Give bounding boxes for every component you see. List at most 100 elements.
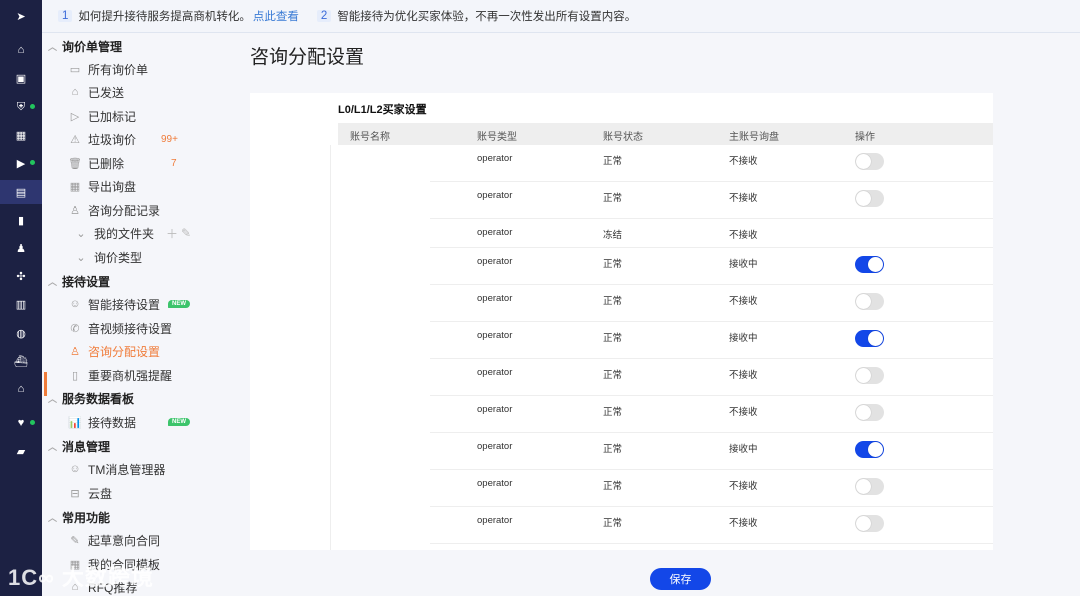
table-row: operator 正常 接收中 <box>430 248 993 285</box>
menu-item-cloud[interactable]: ⊟ 云盘 <box>68 484 112 502</box>
item-label: 所有询价单 <box>88 62 149 77</box>
column-header: 主账号询盘 <box>729 132 779 143</box>
menu-group-data[interactable]: ︿ 服务数据看板 <box>48 390 134 407</box>
store-icon[interactable]: ▣ <box>0 66 42 90</box>
cell-type: operator <box>477 293 513 304</box>
menu-item-type[interactable]: ⌄ 询价类型 <box>74 248 142 266</box>
clipboard-icon[interactable]: ▥ <box>0 292 42 316</box>
receive-toggle[interactable] <box>855 367 884 384</box>
group-label: 接待设置 <box>62 275 111 289</box>
cell-inquiry: 不接收 <box>729 370 758 381</box>
menu-group-message[interactable]: ︿ 消息管理 <box>48 438 110 455</box>
receive-toggle[interactable] <box>855 330 884 347</box>
cell-status: 正常 <box>603 518 623 529</box>
cell-status: 正常 <box>603 296 623 307</box>
flag-icon: ▷ <box>70 110 80 123</box>
menu-item-sent[interactable]: ⌂ 已发送 <box>68 83 124 101</box>
users-icon[interactable]: ♟ <box>0 236 42 260</box>
menu-item-tm[interactable]: ☺ TM消息管理器 <box>68 460 165 478</box>
send-icon[interactable]: ➤ <box>0 4 42 28</box>
menu-item-deleted[interactable]: 🗑 已删除 7 <box>68 154 228 172</box>
receive-toggle[interactable] <box>855 404 884 421</box>
item-label: 音视频接待设置 <box>88 321 173 336</box>
menu-group-inquiry[interactable]: ︿ 询价单管理 <box>48 38 122 55</box>
cell-status: 正常 <box>603 370 623 381</box>
heart-icon[interactable]: ♥ <box>0 411 42 435</box>
receive-toggle[interactable] <box>855 256 884 273</box>
mobile-icon: ▯ <box>71 369 79 382</box>
cell-type: operator <box>477 441 513 452</box>
cell-type: operator <box>477 404 513 415</box>
menu-item-remind[interactable]: ▯ 重要商机强提醒 <box>68 366 172 384</box>
menu-item-spam[interactable]: ⚠ 垃圾询价 99+ <box>68 130 228 148</box>
item-label: 已发送 <box>88 85 125 100</box>
cell-inquiry: 不接收 <box>729 193 758 204</box>
bank-icon[interactable]: ⌂ <box>0 377 42 401</box>
item-label: 垃圾询价 <box>88 132 137 147</box>
receive-toggle[interactable] <box>855 515 884 532</box>
grid-icon[interactable]: ▦ <box>0 123 42 147</box>
menu-item-data[interactable]: 📊 接待数据 NEW <box>68 413 238 431</box>
item-label: 咨询分配记录 <box>88 203 161 218</box>
menu-item-folder[interactable]: ⌄ 我的文件夹 ＋ ✎ <box>74 224 191 242</box>
menu-item-all[interactable]: ▭ 所有询价单 <box>68 60 148 78</box>
menu-group-common[interactable]: ︿ 常用功能 <box>48 509 110 526</box>
ship-icon[interactable]: ⛴ <box>0 349 42 373</box>
menu-item-assign[interactable]: ♙ 咨询分配设置 <box>68 342 160 360</box>
tip-text: 智能接待为优化买家体验，不再一次性发出所有设置内容。 <box>337 11 637 23</box>
robot-icon: ☺ <box>69 298 81 310</box>
receive-toggle[interactable] <box>855 478 884 495</box>
group-label: 消息管理 <box>62 440 111 454</box>
menu-item-record[interactable]: ♙ 咨询分配记录 <box>68 201 160 219</box>
shield-icon[interactable]: ⛨ <box>0 95 42 119</box>
chevron-up-icon: ︿ <box>48 394 58 404</box>
user-icon: ♙ <box>70 204 80 217</box>
menu-item-export[interactable]: ▦ 导出询盘 <box>68 177 136 195</box>
cell-inquiry: 不接收 <box>729 481 758 492</box>
table-row: operator 正常 不接收 <box>430 470 993 507</box>
group-label: 常用功能 <box>62 511 111 525</box>
home-icon[interactable]: ⌂ <box>0 38 42 62</box>
count-badge: 99+ <box>161 133 178 145</box>
receive-toggle[interactable] <box>855 293 884 310</box>
footer-bar: 保存 <box>242 550 1080 596</box>
menu-group-reception[interactable]: ︿ 接待设置 <box>48 273 110 290</box>
table-row: operator 正常 不接收 <box>430 285 993 322</box>
cell-inquiry: 不接收 <box>729 230 758 241</box>
item-label: 重要商机强提醒 <box>88 368 173 383</box>
briefcase-icon[interactable]: ▰ <box>0 439 42 463</box>
user-icon: ♙ <box>70 345 80 358</box>
network-icon[interactable]: ✣ <box>0 264 42 288</box>
message-icon[interactable]: ▤ <box>0 180 42 204</box>
save-button[interactable]: 保存 <box>650 568 711 590</box>
column-header: 账号类型 <box>477 132 517 143</box>
menu-item-av[interactable]: ✆ 音视频接待设置 <box>68 319 172 337</box>
page-title: 咨询分配设置 <box>250 47 365 68</box>
menu-item-marked[interactable]: ▷ 已加标记 <box>68 107 136 125</box>
globe-icon[interactable]: ◍ <box>0 321 42 345</box>
chart-icon[interactable]: ▮ <box>0 208 42 232</box>
edit-icon[interactable]: ✎ <box>181 226 191 240</box>
receive-toggle[interactable] <box>855 190 884 207</box>
tip-link[interactable]: 点此查看 <box>253 8 299 24</box>
receive-toggle[interactable] <box>855 441 884 458</box>
table-row: operator 正常 不接收 <box>430 182 993 219</box>
table-row: operator 正常 接收中 <box>430 322 993 359</box>
cell-type: operator <box>477 330 513 341</box>
cell-status: 正常 <box>603 156 623 167</box>
cell-type: operator <box>477 515 513 526</box>
table-row: operator 正常 不接收 <box>430 145 993 182</box>
receive-toggle[interactable] <box>855 153 884 170</box>
item-label: 已删除 <box>88 156 125 171</box>
new-badge: NEW <box>168 418 190 426</box>
column-header: 账号名称 <box>350 132 390 143</box>
trash-icon: 🗑 <box>68 157 82 170</box>
add-icon[interactable]: ＋ <box>166 225 178 242</box>
menu-item-smart[interactable]: ☺ 智能接待设置 NEW <box>68 295 238 313</box>
list-icon: ▭ <box>69 63 81 76</box>
group-label: 服务数据看板 <box>62 392 135 406</box>
menu-item-draft[interactable]: ✎ 起草意向合同 <box>68 531 160 549</box>
table-row: operator 正常 不接收 <box>430 507 993 544</box>
video-icon[interactable]: ▶ <box>0 151 42 175</box>
item-label: 智能接待设置 <box>88 297 161 312</box>
